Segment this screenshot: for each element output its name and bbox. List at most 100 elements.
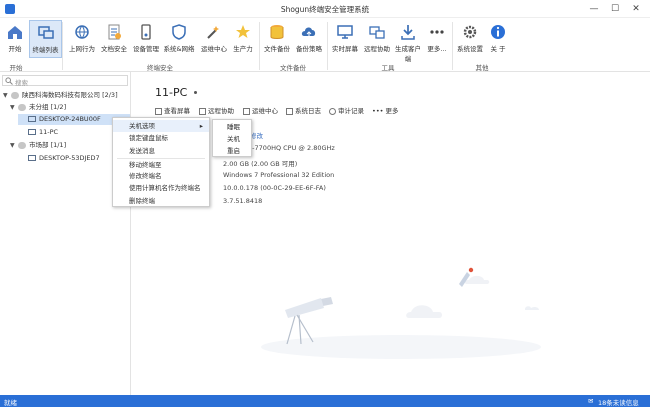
ribbon-terminal-list-label: 终端列表: [32, 46, 59, 54]
maintenance-icon: [243, 107, 250, 115]
version-value: 3.7.51.8418: [223, 197, 263, 205]
expand-caret-icon[interactable]: ▼: [10, 102, 18, 113]
ribbon-generate-client-label: 生成客户端: [395, 45, 421, 63]
view-screen-button[interactable]: 查看屏幕: [155, 106, 190, 116]
group-label-file-backup: 文件备份: [280, 64, 306, 72]
group-icon: [11, 91, 19, 99]
ribbon-maintenance-center-label: 运维中心: [201, 45, 227, 53]
title-bar: Shogun终端安全管理系统 — ☐ ✕: [0, 0, 650, 18]
tree-item-label: DESKTOP-24BU00F: [39, 115, 101, 123]
maintenance-center-icon: [207, 26, 219, 39]
settings-icon: [463, 25, 477, 39]
about-icon: [491, 25, 505, 39]
audit-record-label: 审计记录: [338, 107, 364, 115]
ribbon-settings-button[interactable]: 系统设置: [455, 20, 485, 58]
group-icon: [18, 103, 26, 111]
tree-item-company[interactable]: ▼ 陕西科海数码科技有限公司 [2/3]: [3, 90, 129, 101]
remote-assist-icon: [369, 26, 385, 39]
ribbon-home-button[interactable]: 开始: [3, 20, 27, 58]
group-icon: [18, 141, 26, 149]
context-item-label: 关机选项: [129, 122, 155, 130]
terminal-hostname: 11-PC: [155, 86, 188, 99]
ribbon-file-backup-button[interactable]: 文件备份: [262, 20, 292, 58]
ribbon-toolbar: 开始 终端列表 上网行为 文档安全 设备管理 系统&网络 运维中心 生产力 文件…: [0, 18, 650, 72]
system-log-label: 系统日志: [295, 107, 321, 115]
file-backup-icon: [270, 25, 284, 39]
computer-icon: [28, 129, 36, 135]
log-icon: [286, 107, 293, 115]
ribbon-remote-assist-label: 远程协助: [364, 45, 390, 53]
ribbon-generate-client-button[interactable]: 生成客户端: [393, 20, 423, 63]
system-log-button[interactable]: 系统日志: [286, 106, 321, 116]
remote-assist-button[interactable]: 远程协助: [199, 106, 234, 116]
view-screen-label: 查看屏幕: [164, 107, 190, 115]
remote-assist-label: 远程协助: [208, 107, 234, 115]
generate-client-icon: [401, 25, 415, 40]
live-screen-icon: [337, 25, 353, 39]
context-item-rename-terminal[interactable]: 修改终端名: [113, 170, 209, 182]
submenu-item-restart[interactable]: 重启: [213, 145, 251, 157]
os-value: Windows 7 Professional 32 Edition: [223, 171, 335, 179]
context-item-use-computer-name[interactable]: 使用计算机名作为终端名: [113, 182, 209, 194]
network-value: 10.0.0.178 (00-0C-29-EE-6F-FA): [223, 184, 326, 192]
status-text: 就绪: [4, 399, 17, 407]
unread-messages-count[interactable]: 18条未读信息: [598, 397, 639, 407]
memory-value: 2.00 GB (2.00 GB 可用): [223, 160, 298, 168]
context-item-lock-input[interactable]: 锁定键盘鼠标: [113, 132, 209, 144]
context-item-power-options[interactable]: 关机选项 ▸: [113, 120, 209, 132]
ribbon-maintenance-center-button[interactable]: 运维中心: [198, 20, 230, 58]
tree-item-label: DESKTOP-53DJED7: [39, 154, 100, 162]
ribbon-live-screen-label: 实时屏幕: [332, 45, 358, 53]
submenu-item-sleep[interactable]: 睡眠: [213, 121, 251, 133]
ribbon-system-network-label: 系统&网络: [163, 45, 195, 53]
ribbon-web-behavior-button[interactable]: 上网行为: [67, 20, 97, 58]
audit-record-button[interactable]: 审计记录: [329, 106, 364, 116]
group-label-terminal-security: 终端安全: [147, 64, 173, 72]
status-bar: 就绪 ✉ 18条未读信息: [0, 395, 650, 407]
tree-item-label: 未分组 [1/2]: [29, 103, 67, 111]
ribbon-more-label: 更多...: [427, 45, 447, 53]
ribbon-backup-policy-button[interactable]: 备份策略: [294, 20, 324, 58]
more-actions-button[interactable]: ••• 更多: [372, 106, 399, 116]
ribbon-home-label: 开始: [8, 45, 22, 53]
backup-policy-icon: [301, 27, 316, 38]
context-item-send-message[interactable]: 发送消息: [113, 145, 209, 157]
search-input[interactable]: 搜索: [2, 75, 128, 87]
productivity-icon: [236, 25, 250, 38]
ribbon-about-label: 关 于: [490, 45, 506, 53]
window-title: Shogun终端安全管理系统: [280, 5, 370, 14]
more-icon: [430, 30, 444, 34]
search-placeholder: 搜索: [15, 79, 28, 87]
computer-icon: [28, 155, 36, 161]
ribbon-terminal-list-button[interactable]: 终端列表: [29, 20, 62, 58]
more-dots-icon: •••: [372, 107, 384, 115]
minimize-button[interactable]: —: [586, 3, 602, 15]
unread-messages-icon: ✉: [588, 397, 594, 405]
screen-icon: [155, 107, 162, 115]
ribbon-remote-assist-button[interactable]: 远程协助: [362, 20, 392, 58]
group-label-tools: 工具: [381, 64, 395, 72]
ribbon-device-management-button[interactable]: 设备管理: [131, 20, 161, 58]
close-button[interactable]: ✕: [628, 3, 644, 15]
maximize-button[interactable]: ☐: [607, 3, 623, 15]
ribbon-settings-label: 系统设置: [457, 45, 483, 53]
ribbon-system-network-button[interactable]: 系统&网络: [163, 20, 195, 58]
expand-caret-icon[interactable]: ▼: [10, 140, 18, 151]
group-divider: [62, 22, 63, 70]
maintenance-center-button[interactable]: 运维中心: [243, 106, 278, 116]
more-actions-label: 更多: [385, 107, 399, 115]
power-options-submenu: 睡眠 关机 重启: [212, 119, 252, 157]
tree-item-ungrouped[interactable]: ▼ 未分组 [1/2]: [10, 102, 129, 113]
rocket-illustration: [459, 267, 474, 287]
submenu-item-shutdown[interactable]: 关机: [213, 133, 251, 145]
ribbon-document-security-button[interactable]: 文档安全: [99, 20, 129, 58]
ribbon-about-button[interactable]: 关 于: [486, 20, 510, 58]
ribbon-productivity-label: 生产力: [233, 45, 253, 53]
ribbon-backup-policy-label: 备份策略: [296, 45, 322, 53]
ribbon-more-button[interactable]: 更多...: [425, 20, 449, 58]
expand-caret-icon[interactable]: ▼: [3, 90, 11, 101]
context-item-delete-terminal[interactable]: 删除终端: [113, 195, 209, 207]
tree-item-label: 陕西科海数码科技有限公司 [2/3]: [22, 91, 118, 99]
ribbon-live-screen-button[interactable]: 实时屏幕: [330, 20, 360, 58]
ribbon-productivity-button[interactable]: 生产力: [231, 20, 255, 58]
